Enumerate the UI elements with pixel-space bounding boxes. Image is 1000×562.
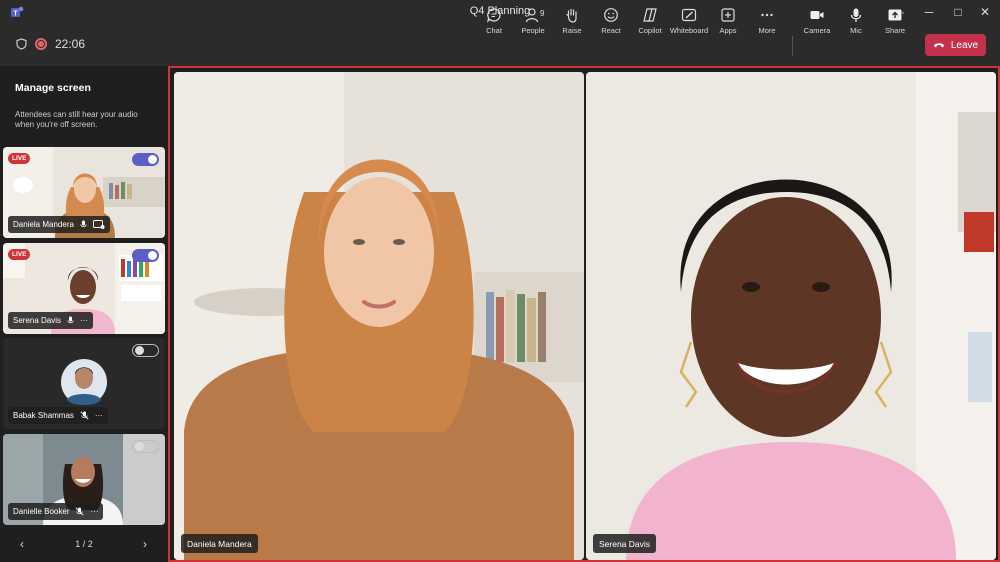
share-button[interactable]: Share bbox=[873, 4, 917, 40]
chat-icon bbox=[487, 8, 501, 23]
shield-icon bbox=[16, 38, 27, 50]
whiteboard-label: Whiteboard bbox=[669, 26, 709, 35]
svg-text:T: T bbox=[13, 11, 18, 18]
apps-button[interactable]: Apps bbox=[706, 4, 750, 40]
copilot-icon bbox=[643, 8, 657, 22]
live-badge: LIVE bbox=[8, 153, 31, 164]
more-icon bbox=[761, 13, 773, 17]
more-options-icon[interactable]: ··· bbox=[95, 411, 103, 420]
participant-video[interactable]: Daniela Mandera bbox=[174, 72, 584, 560]
apps-icon bbox=[721, 8, 735, 22]
video-feed bbox=[174, 72, 584, 560]
on-screen-toggle[interactable] bbox=[132, 249, 159, 262]
teams-logo-icon: T bbox=[11, 6, 24, 18]
toggle-knob bbox=[134, 345, 144, 355]
copilot-button[interactable]: Copilot bbox=[628, 4, 672, 40]
participant-name: Babak Shammas bbox=[13, 411, 74, 420]
toggle-knob bbox=[134, 441, 144, 451]
close-window-button[interactable]: ✕ bbox=[970, 0, 1000, 24]
people-label: People bbox=[521, 26, 545, 35]
mic-icon bbox=[67, 316, 74, 324]
whiteboard-icon bbox=[681, 8, 697, 22]
video-feed bbox=[586, 72, 996, 560]
more-options-icon[interactable]: ··· bbox=[90, 507, 98, 516]
hang-up-icon bbox=[933, 43, 944, 48]
people-icon bbox=[525, 8, 539, 23]
react-button[interactable]: React bbox=[589, 4, 633, 40]
on-screen-toggle[interactable] bbox=[132, 344, 159, 357]
raise-hand-button[interactable]: Raise bbox=[550, 4, 594, 40]
participant-name: Serena Davis bbox=[13, 316, 62, 325]
live-badge: LIVE bbox=[8, 249, 31, 260]
participant-name: Daniela Mandera bbox=[13, 220, 74, 229]
mic-muted-icon bbox=[80, 411, 89, 420]
camera-icon bbox=[810, 11, 824, 19]
react-icon bbox=[604, 8, 618, 22]
more-label: More bbox=[758, 26, 776, 35]
participant-tile[interactable]: LIVE Serena Davis ··· bbox=[3, 243, 165, 334]
participant-name-tag: Danielle Booker ··· bbox=[8, 503, 104, 520]
toggle-knob bbox=[148, 155, 157, 164]
mic-muted-icon bbox=[75, 507, 85, 516]
share-icon bbox=[888, 9, 902, 21]
minimize-button[interactable]: ─ bbox=[914, 0, 944, 24]
leave-button[interactable]: Leave bbox=[925, 34, 986, 56]
previous-page-button[interactable]: ‹ bbox=[20, 537, 24, 551]
share-label: Share bbox=[884, 26, 905, 35]
raise-label: Raise bbox=[562, 26, 582, 35]
mic-label: Mic bbox=[850, 26, 862, 35]
leave-label: Leave bbox=[950, 39, 979, 51]
on-screen-toggle[interactable] bbox=[132, 440, 159, 453]
chat-button[interactable]: Chat bbox=[472, 4, 516, 40]
meeting-timer: 22:06 bbox=[55, 37, 86, 51]
copilot-label: Copilot bbox=[638, 26, 662, 35]
panel-note: Attendees can still hear your audio when… bbox=[15, 110, 138, 129]
people-button[interactable]: 9 People bbox=[511, 4, 555, 40]
on-screen-toggle[interactable] bbox=[132, 153, 159, 166]
participant-tile[interactable]: LIVE Daniela Mandera bbox=[3, 147, 165, 238]
participant-name-tag: Daniela Mandera bbox=[8, 216, 110, 233]
participant-name: Danielle Booker bbox=[13, 507, 70, 516]
mic-icon bbox=[80, 220, 87, 228]
participant-tile[interactable]: Babak Shammas ··· bbox=[3, 338, 165, 429]
panel-title: Manage screen bbox=[15, 82, 91, 94]
camera-label: Camera bbox=[803, 26, 831, 35]
react-label: React bbox=[601, 26, 621, 35]
participant-name-tag: Daniela Mandera bbox=[181, 534, 258, 553]
participant-tile[interactable]: Danielle Booker ··· bbox=[3, 434, 165, 525]
toggle-knob bbox=[148, 251, 157, 260]
next-page-button[interactable]: › bbox=[143, 537, 147, 551]
camera-button[interactable]: Camera bbox=[795, 4, 839, 40]
mic-button[interactable]: Mic bbox=[834, 4, 878, 40]
participant-name-tag: Babak Shammas ··· bbox=[8, 407, 108, 424]
meeting-status: 22:06 bbox=[16, 37, 85, 51]
recording-icon bbox=[35, 38, 47, 50]
page-indicator: 1 / 2 bbox=[75, 539, 93, 549]
screen-share-icon bbox=[92, 220, 105, 229]
tile-pager: ‹ 1 / 2 › bbox=[0, 537, 168, 551]
participant-name-tag: Serena Davis bbox=[593, 534, 657, 553]
more-options-icon[interactable]: ··· bbox=[80, 316, 88, 325]
participant-video[interactable]: Serena Davis bbox=[586, 72, 996, 560]
maximize-button[interactable]: □ bbox=[943, 0, 973, 24]
toolbar-divider bbox=[792, 36, 793, 56]
meeting-stage: Daniela Mandera Serena Davis bbox=[168, 66, 1000, 562]
people-count: 9 bbox=[540, 9, 545, 18]
apps-label: Apps bbox=[719, 26, 737, 35]
participant-name-tag: Serena Davis ··· bbox=[8, 312, 94, 329]
whiteboard-button[interactable]: Whiteboard bbox=[667, 4, 711, 40]
raise-hand-icon bbox=[566, 8, 577, 23]
manage-screen-panel: Manage screen Attendees can still hear y… bbox=[0, 66, 168, 562]
mic-icon bbox=[850, 8, 862, 22]
more-button[interactable]: More bbox=[745, 4, 789, 40]
chat-label: Chat bbox=[486, 26, 502, 35]
